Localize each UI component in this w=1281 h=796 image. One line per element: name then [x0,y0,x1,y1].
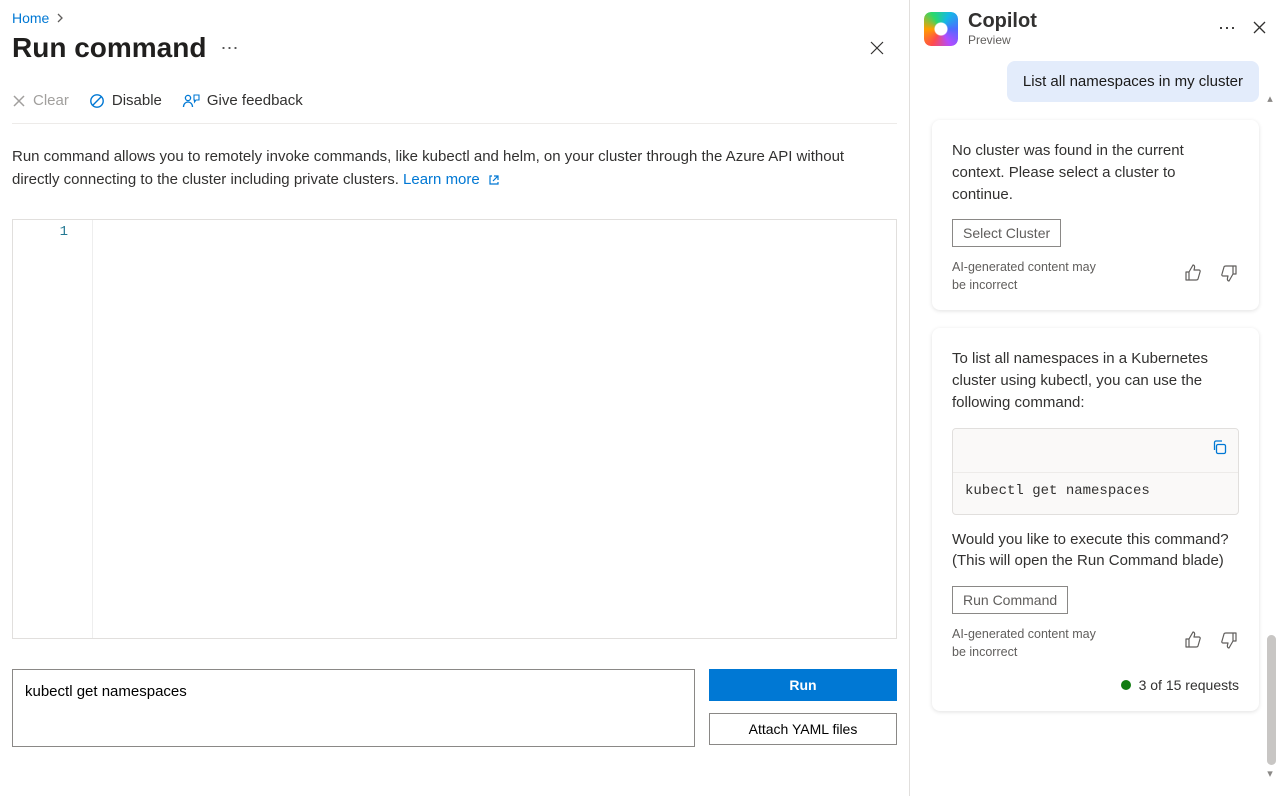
response-followup: Would you like to execute this command? … [952,529,1239,573]
close-button[interactable] [861,32,893,64]
ai-disclaimer: AI-generated content may be incorrect [952,259,1102,294]
status-dot-icon [1121,680,1131,690]
title-row: Run command ⋯ [12,32,897,64]
copilot-more-icon[interactable]: ⋯ [1218,18,1238,39]
copilot-panel: Copilot Preview ⋯ List all namespaces in… [909,0,1281,796]
disable-icon [89,93,105,109]
clear-label: Clear [33,92,69,109]
copilot-header: Copilot Preview ⋯ [910,0,1281,55]
copilot-response-card: To list all namespaces in a Kubernetes c… [932,328,1259,711]
editor-gutter: 1 [13,220,93,638]
copilot-close-icon[interactable] [1252,20,1267,38]
clear-button[interactable]: Clear [12,92,69,109]
thumbs-down-icon[interactable] [1219,263,1239,290]
code-editor[interactable]: 1 [12,219,897,639]
breadcrumb: Home [12,8,897,28]
feedback-button[interactable]: Give feedback [182,92,303,109]
thumbs-up-icon[interactable] [1183,630,1203,657]
ai-disclaimer: AI-generated content may be incorrect [952,626,1102,661]
request-counter-text: 3 of 15 requests [1139,675,1239,695]
line-number: 1 [13,224,68,240]
page-title: Run command [12,32,206,64]
chevron-right-icon [55,10,65,26]
copilot-subtitle: Preview [968,33,1208,47]
user-message: List all namespaces in my cluster [1007,61,1259,102]
more-icon[interactable]: ⋯ [220,38,240,59]
thumbs-down-icon[interactable] [1219,630,1239,657]
disable-button[interactable]: Disable [89,92,162,109]
request-counter: 3 of 15 requests [952,675,1239,695]
breadcrumb-home-link[interactable]: Home [12,10,49,26]
close-icon [12,94,26,108]
feedback-icon [182,93,200,109]
external-link-icon [488,174,500,186]
copilot-title: Copilot [968,10,1208,33]
copy-icon[interactable] [1211,439,1228,463]
response-text: No cluster was found in the current cont… [952,140,1239,205]
copilot-response-card: No cluster was found in the current cont… [932,120,1259,310]
main-panel: Home Run command ⋯ Clear Disable [0,0,909,796]
code-block: kubectl get namespaces [952,428,1239,515]
editor-body[interactable] [93,220,896,638]
command-input[interactable] [12,669,695,747]
select-cluster-button[interactable]: Select Cluster [952,219,1061,247]
copilot-logo-icon [924,12,958,46]
code-content: kubectl get namespaces [953,472,1238,513]
run-button[interactable]: Run [709,669,897,701]
thumbs-up-icon[interactable] [1183,263,1203,290]
response-intro: To list all namespaces in a Kubernetes c… [952,348,1239,413]
attach-yaml-button[interactable]: Attach YAML files [709,713,897,745]
toolbar: Clear Disable Give feedback [12,64,897,124]
description: Run command allows you to remotely invok… [12,146,872,191]
run-command-button[interactable]: Run Command [952,586,1068,614]
disable-label: Disable [112,92,162,109]
learn-more-link[interactable]: Learn more [403,171,500,188]
bottom-row: Run Attach YAML files [12,669,897,747]
copilot-chat[interactable]: List all namespaces in my cluster No clu… [910,55,1281,796]
feedback-label: Give feedback [207,92,303,109]
